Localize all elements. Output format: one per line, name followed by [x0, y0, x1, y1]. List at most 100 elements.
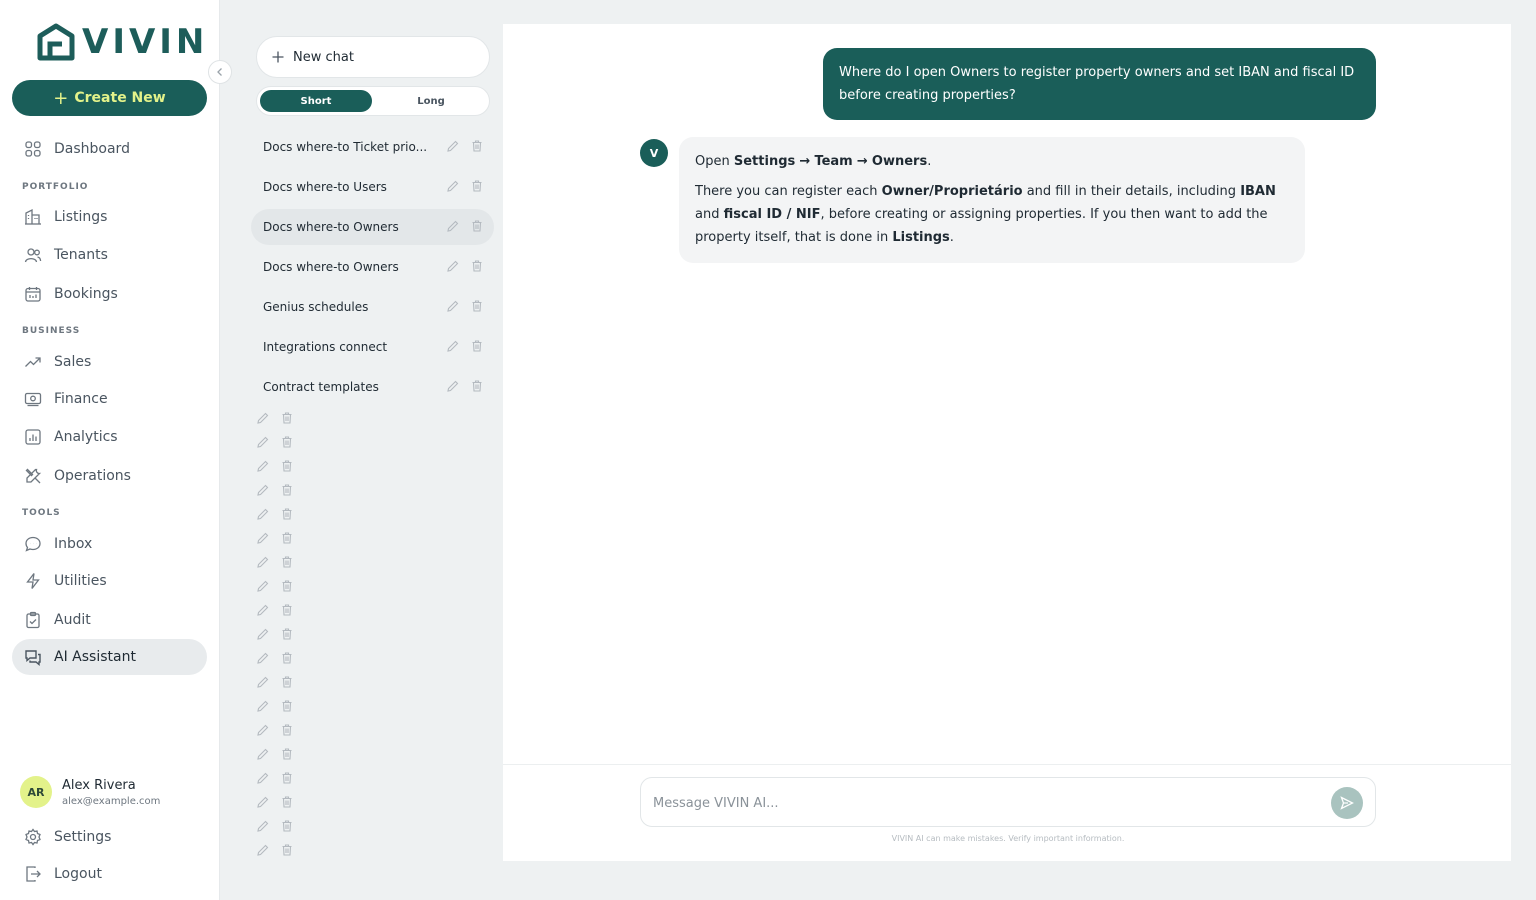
- trash-icon: [282, 580, 292, 592]
- message-input[interactable]: [653, 790, 1313, 816]
- delete-button[interactable]: [280, 579, 294, 593]
- create-new-button[interactable]: + Create New: [12, 80, 207, 116]
- building-icon: [25, 208, 41, 225]
- sidebar-item-inbox[interactable]: Inbox: [12, 526, 207, 562]
- rename-button[interactable]: [256, 483, 270, 497]
- rename-button[interactable]: [256, 411, 270, 425]
- rename-button[interactable]: [256, 531, 270, 545]
- rename-button[interactable]: [256, 435, 270, 449]
- rename-button[interactable]: [256, 771, 270, 785]
- sidebar-item-analytics[interactable]: Analytics: [12, 419, 207, 455]
- logout-button[interactable]: Logout: [12, 856, 207, 892]
- delete-button[interactable]: [280, 483, 294, 497]
- send-button[interactable]: [1331, 787, 1363, 819]
- pencil-icon: [257, 580, 269, 592]
- bold-team: Team: [814, 154, 853, 169]
- rename-button[interactable]: [446, 179, 460, 193]
- conversation-item[interactable]: Genius schedules: [251, 289, 494, 325]
- delete-button[interactable]: [280, 627, 294, 641]
- delete-button[interactable]: [280, 819, 294, 833]
- pencil-icon: [257, 508, 269, 520]
- settings-button[interactable]: Settings: [12, 819, 207, 855]
- delete-button[interactable]: [470, 179, 484, 193]
- untitled-conversation-actions: [256, 651, 294, 665]
- delete-button[interactable]: [470, 139, 484, 153]
- toggle-short[interactable]: Short: [260, 90, 372, 112]
- delete-button[interactable]: [280, 555, 294, 569]
- sidebar-item-listings[interactable]: Listings: [12, 199, 207, 235]
- user-profile[interactable]: AR Alex Rivera alex@example.com: [20, 776, 160, 808]
- pencil-icon: [447, 140, 459, 152]
- sidebar-item-utilities[interactable]: Utilities: [12, 563, 207, 599]
- rename-button[interactable]: [256, 699, 270, 713]
- conversation-item[interactable]: Contract templates: [251, 369, 494, 405]
- rename-button[interactable]: [256, 747, 270, 761]
- conversation-item[interactable]: Docs where-to Owners: [251, 249, 494, 285]
- conversation-item[interactable]: Docs where-to Ticket prio...: [251, 129, 494, 165]
- pencil-icon: [257, 772, 269, 784]
- new-chat-button[interactable]: New chat: [256, 36, 490, 78]
- rename-button[interactable]: [256, 507, 270, 521]
- conversation-item[interactable]: Integrations connect: [251, 329, 494, 365]
- sidebar-item-audit[interactable]: Audit: [12, 602, 207, 638]
- rename-button[interactable]: [256, 555, 270, 569]
- collapse-sidebar-button[interactable]: [208, 60, 232, 84]
- conversation-item[interactable]: Docs where-to Users: [251, 169, 494, 205]
- delete-button[interactable]: [280, 795, 294, 809]
- delete-button[interactable]: [280, 531, 294, 545]
- toggle-long[interactable]: Long: [375, 90, 487, 112]
- delete-button[interactable]: [470, 299, 484, 313]
- delete-button[interactable]: [280, 723, 294, 737]
- sidebar-item-operations[interactable]: Operations: [12, 458, 207, 494]
- rename-button[interactable]: [256, 819, 270, 833]
- sidebar-item-label: Analytics: [54, 429, 118, 445]
- conversation-item[interactable]: Docs where-to Owners: [251, 209, 494, 245]
- rename-button[interactable]: [256, 723, 270, 737]
- rename-button[interactable]: [446, 219, 460, 233]
- sidebar-item-tenants[interactable]: Tenants: [12, 237, 207, 273]
- assistant-paragraph: There you can register each Owner/Propri…: [695, 180, 1289, 249]
- delete-button[interactable]: [280, 699, 294, 713]
- rename-button[interactable]: [256, 675, 270, 689]
- pencil-icon: [257, 436, 269, 448]
- rename-button[interactable]: [256, 627, 270, 641]
- rename-button[interactable]: [446, 379, 460, 393]
- untitled-conversation-actions: [256, 675, 294, 689]
- rename-button[interactable]: [446, 259, 460, 273]
- delete-button[interactable]: [470, 219, 484, 233]
- delete-button[interactable]: [280, 411, 294, 425]
- trash-icon: [472, 380, 482, 392]
- delete-button[interactable]: [280, 603, 294, 617]
- delete-button[interactable]: [280, 771, 294, 785]
- trash-icon: [472, 260, 482, 272]
- rename-button[interactable]: [446, 339, 460, 353]
- sidebar-item-bookings[interactable]: Bookings: [12, 276, 207, 312]
- delete-button[interactable]: [470, 379, 484, 393]
- rename-button[interactable]: [256, 843, 270, 857]
- rename-button[interactable]: [256, 579, 270, 593]
- rename-button[interactable]: [446, 299, 460, 313]
- rename-button[interactable]: [446, 139, 460, 153]
- untitled-conversation-actions: [256, 435, 294, 449]
- vivin-logo[interactable]: VIVIN: [36, 20, 208, 64]
- rename-button[interactable]: [256, 651, 270, 665]
- delete-button[interactable]: [280, 651, 294, 665]
- sidebar-item-sales[interactable]: Sales: [12, 344, 207, 380]
- sidebar-item-finance[interactable]: Finance: [12, 381, 207, 417]
- delete-button[interactable]: [280, 435, 294, 449]
- sidebar-item-ai-assistant[interactable]: AI Assistant: [12, 639, 207, 675]
- delete-button[interactable]: [280, 747, 294, 761]
- delete-button[interactable]: [280, 843, 294, 857]
- money-icon: [24, 392, 42, 407]
- delete-button[interactable]: [280, 459, 294, 473]
- delete-button[interactable]: [280, 507, 294, 521]
- rename-button[interactable]: [256, 795, 270, 809]
- delete-button[interactable]: [280, 675, 294, 689]
- rename-button[interactable]: [256, 603, 270, 617]
- delete-button[interactable]: [470, 339, 484, 353]
- delete-button[interactable]: [470, 259, 484, 273]
- conversation-title: Docs where-to Users: [263, 180, 387, 194]
- rename-button[interactable]: [256, 459, 270, 473]
- sidebar-item-dashboard[interactable]: Dashboard: [12, 131, 207, 167]
- untitled-conversation-actions: [256, 771, 294, 785]
